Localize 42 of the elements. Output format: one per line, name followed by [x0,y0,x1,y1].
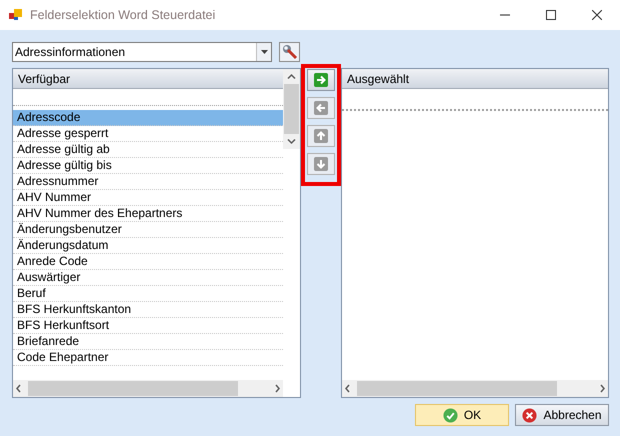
maximize-icon [546,10,556,20]
horizontal-scrollbar[interactable] [13,380,283,397]
list-item[interactable]: BFS Herkunftsort [13,318,283,334]
scroll-right-icon[interactable] [599,384,606,393]
column-header[interactable]: Verfügbar [13,69,283,89]
move-button[interactable] [307,69,335,91]
scroll-up-icon[interactable] [287,73,296,80]
arrow-icon [314,73,328,87]
cancel-button[interactable]: Abbrechen [515,404,609,426]
close-icon [592,10,602,20]
category-dropdown[interactable]: Adressinformationen [12,42,272,62]
list-item[interactable]: Adresscode [13,110,283,126]
window-title: Felderselektion Word Steuerdatei [30,6,216,24]
scroll-right-icon[interactable] [274,384,281,393]
list-item[interactable]: Änderungsdatum [13,238,283,254]
vertical-scrollbar[interactable] [283,69,300,149]
app-icon [9,9,23,21]
list-item[interactable]: AHV Nummer des Ehepartners [13,206,283,222]
list-item[interactable]: Adresse gültig bis [13,158,283,174]
list-item[interactable]: Code Ehepartner [13,350,283,366]
arrow-icon [314,129,328,143]
list-item[interactable]: Adressnummer [13,174,283,190]
check-icon [442,408,458,422]
horizontal-scrollbar[interactable] [342,380,608,397]
close-icon [522,408,538,422]
caret-icon [260,50,268,54]
column-header[interactable]: Ausgewählt [342,69,608,89]
list-item[interactable]: Briefanrede [13,334,283,350]
list-item[interactable]: BFS Herkunftskanton [13,302,283,318]
settings-button[interactable] [279,42,300,62]
list-item[interactable]: Anrede Code [13,254,283,270]
arrow-icon [314,157,328,171]
wrench-icon [282,44,298,60]
scroll-down-icon[interactable] [287,138,296,145]
list-item[interactable]: Auswärtiger [13,270,283,286]
ok-button[interactable]: OK [415,404,509,426]
list-item[interactable]: AHV Nummer [13,190,283,206]
scroll-left-icon[interactable] [344,384,351,393]
arrow-icon [314,101,328,115]
scroll-left-icon[interactable] [15,384,22,393]
list-item[interactable]: Beruf [13,286,283,302]
list-item[interactable]: Änderungsbenutzer [13,222,283,238]
